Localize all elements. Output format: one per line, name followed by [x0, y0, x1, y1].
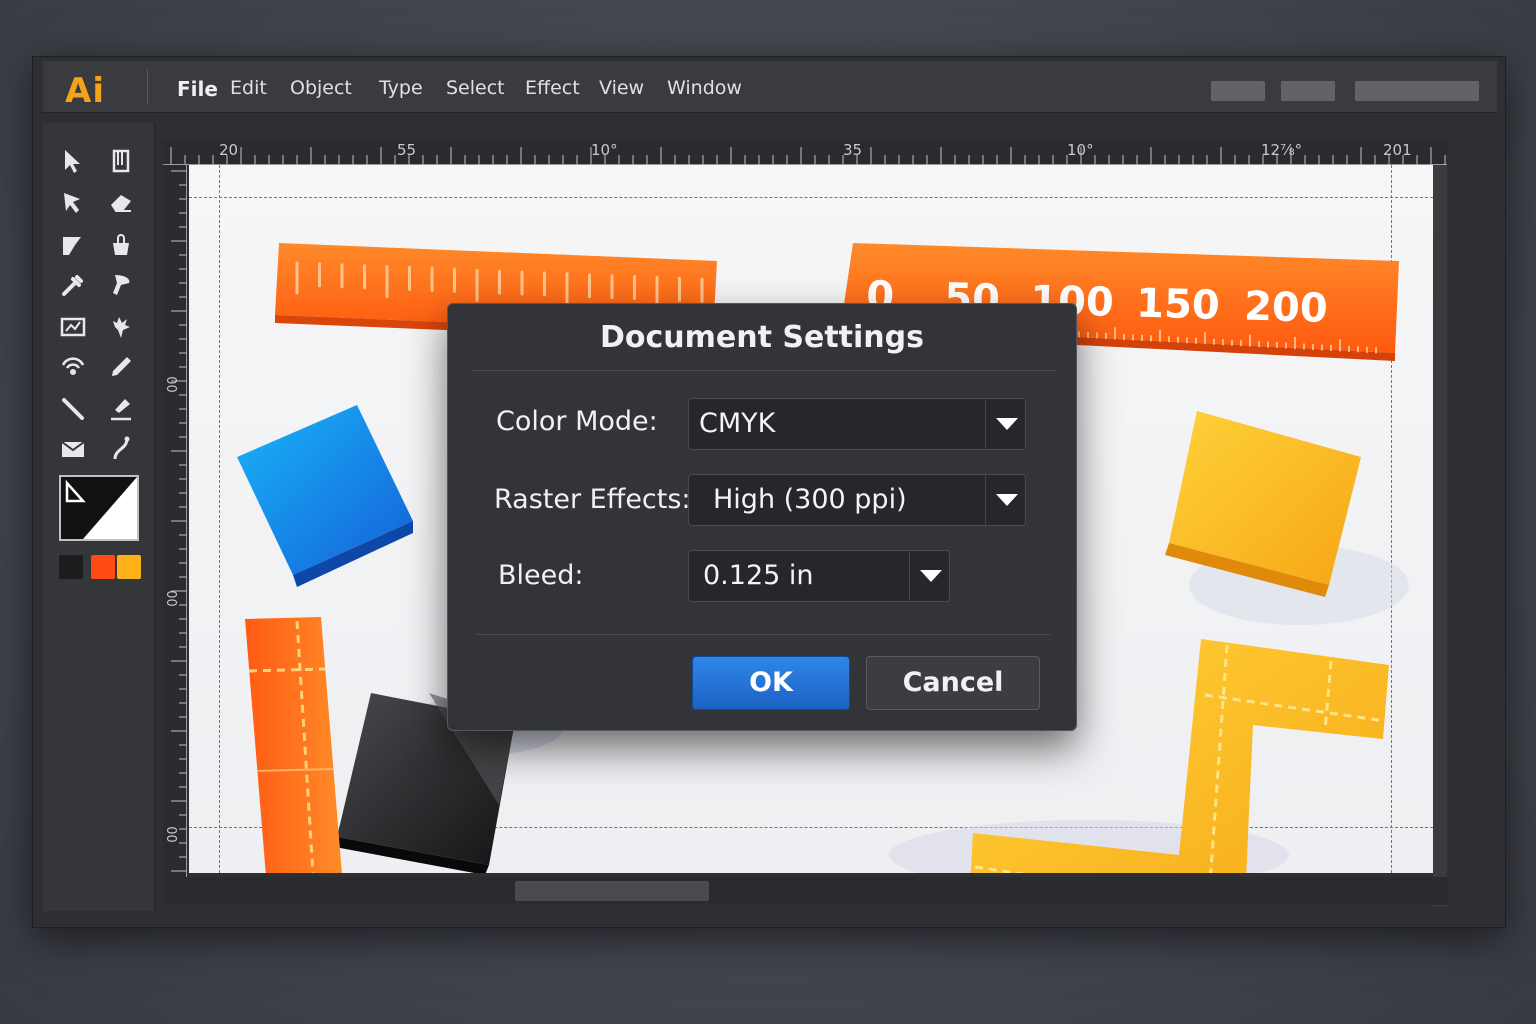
artboard-tool-icon[interactable] — [107, 147, 135, 175]
app-logo: Ai — [65, 71, 105, 111]
yellow-cube[interactable] — [1165, 411, 1361, 597]
illustrator-window: Ai File Edit Object Type Select Effect V… — [32, 56, 1506, 928]
dialog-divider — [476, 634, 1050, 635]
ruler-label: 35 — [843, 141, 863, 159]
eraser-tool-icon[interactable] — [107, 189, 135, 217]
raster-effects-label: Raster Effects: — [494, 484, 691, 515]
color-mode-select[interactable]: CMYK — [688, 398, 1026, 450]
fill-stroke-indicator[interactable] — [59, 475, 139, 541]
raster-effects-select[interactable]: High (300 ppi) — [688, 474, 1026, 526]
dialog-title: Document Settings — [599, 320, 924, 355]
swatch-orange[interactable] — [91, 555, 115, 579]
curvature-tool-icon[interactable] — [107, 435, 135, 463]
tools-panel — [43, 123, 155, 911]
menu-divider — [147, 69, 148, 105]
direct-selection-tool-icon[interactable] — [59, 189, 87, 217]
bleed-value: 0.125 in — [703, 560, 814, 591]
menu-type[interactable]: Type — [379, 77, 423, 99]
arrange-button[interactable] — [1281, 81, 1335, 101]
ruler-label: 10° — [591, 141, 618, 159]
blue-cube[interactable] — [237, 405, 413, 587]
vertical-ruler-ticks — [171, 170, 187, 872]
shape-builder-tool-icon[interactable] — [59, 231, 87, 259]
puppet-warp-tool-icon[interactable] — [107, 313, 135, 341]
brush-tool-icon[interactable] — [107, 271, 135, 299]
ruler-label: 20 — [219, 141, 239, 159]
ruler-label: 00 — [165, 376, 181, 393]
symbol-sprayer-tool-icon[interactable] — [59, 353, 87, 381]
orange-vertical-bar[interactable] — [245, 617, 345, 873]
pencil-tool-icon[interactable] — [107, 353, 135, 381]
menu-edit[interactable]: Edit — [230, 77, 267, 99]
horizontal-ruler-ticks — [170, 147, 1446, 165]
menu-effect[interactable]: Effect — [525, 77, 580, 99]
menu-window[interactable]: Window — [667, 77, 742, 99]
menu-file[interactable]: File — [177, 77, 218, 101]
fill-stroke-icon — [65, 477, 137, 539]
menu-select[interactable]: Select — [446, 77, 505, 99]
ruler-label: 00 — [165, 826, 181, 843]
ruler-label: 00 — [165, 590, 181, 607]
color-mode-label: Color Mode: — [496, 406, 658, 437]
ruler-label: 201 — [1383, 141, 1412, 159]
eyedropper-tool-icon[interactable] — [59, 271, 87, 299]
ruler-label: 10° — [1067, 141, 1094, 159]
blob-brush-tool-icon[interactable] — [107, 395, 135, 423]
ruler-number: 150 — [1135, 280, 1221, 329]
vertical-scrollbar[interactable] — [1433, 165, 1447, 907]
chevron-down-icon[interactable] — [909, 551, 949, 601]
ruler-label: 12⅞° — [1261, 141, 1303, 159]
menu-bar: Ai File Edit Object Type Select Effect V… — [43, 61, 1497, 113]
envelope-tool-icon[interactable] — [59, 435, 87, 463]
cancel-button[interactable]: Cancel — [866, 656, 1040, 710]
horizontal-ruler[interactable]: 20 55 10° 35 10° 12⅞° 201 — [163, 141, 1447, 165]
image-trace-tool-icon[interactable] — [59, 313, 87, 341]
bleed-label: Bleed: — [498, 560, 584, 591]
dialog-divider — [472, 370, 1056, 371]
chevron-down-icon[interactable] — [985, 399, 1025, 449]
swatch-orange-chip — [91, 555, 115, 579]
selection-tool-icon[interactable] — [59, 147, 87, 175]
horizontal-scrollbar[interactable] — [163, 877, 1447, 905]
menu-view[interactable]: View — [599, 77, 644, 99]
swatch-black[interactable] — [59, 555, 83, 579]
search-field[interactable] — [1355, 81, 1479, 101]
document-settings-dialog: Document Settings Color Mode: CMYK Raste… — [447, 303, 1077, 731]
bleed-select[interactable]: 0.125 in — [688, 550, 950, 602]
ruler-label: 55 — [397, 141, 417, 159]
color-mode-value: CMYK — [699, 408, 776, 439]
paint-bucket-tool-icon[interactable] — [107, 231, 135, 259]
menu-object[interactable]: Object — [290, 77, 352, 99]
workspace-button[interactable] — [1211, 81, 1265, 101]
horizontal-scroll-thumb[interactable] — [515, 881, 709, 901]
ruler-number: 200 — [1243, 283, 1329, 332]
swatch-black-chip — [59, 555, 83, 579]
swatch-yellow-chip — [117, 555, 141, 579]
ok-button[interactable]: OK — [692, 656, 850, 710]
vertical-ruler[interactable]: 00 00 00 — [163, 165, 187, 877]
raster-effects-value: High (300 ppi) — [713, 484, 907, 515]
swatch-yellow[interactable] — [117, 555, 141, 579]
chevron-down-icon[interactable] — [985, 475, 1025, 525]
line-tool-icon[interactable] — [59, 395, 87, 423]
